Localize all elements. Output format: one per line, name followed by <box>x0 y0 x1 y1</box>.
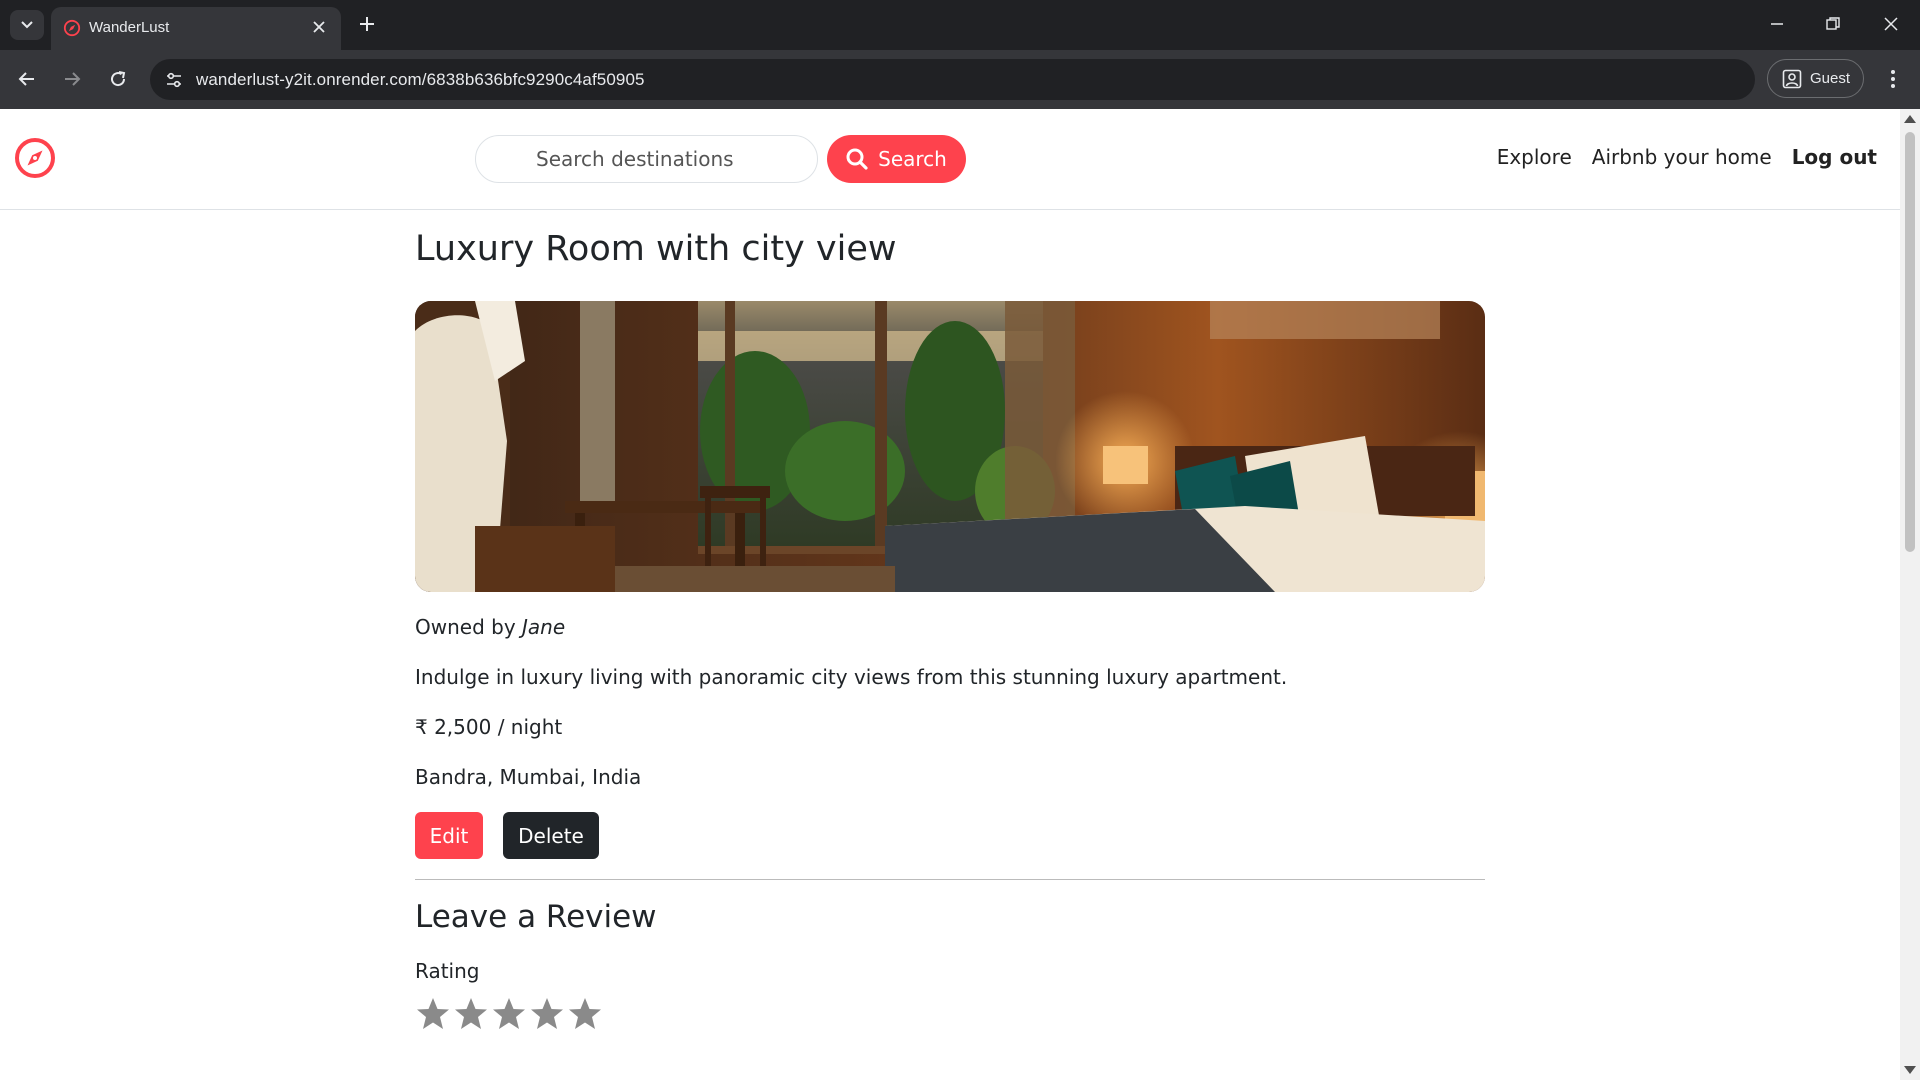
owner-name: Jane <box>522 615 566 639</box>
site-info-button[interactable] <box>162 68 186 92</box>
listing-image <box>415 301 1485 592</box>
arrow-right-icon <box>65 72 81 86</box>
star-icon[interactable] <box>567 996 603 1032</box>
profile-button[interactable]: Guest <box>1767 59 1864 98</box>
nav-links: Explore Airbnb your home Log out <box>1497 145 1877 169</box>
owner-prefix: Owned by <box>415 615 523 639</box>
tab-search-button[interactable] <box>10 10 44 40</box>
window-close-button[interactable] <box>1876 10 1906 38</box>
close-icon <box>313 21 325 33</box>
delete-button[interactable]: Delete <box>503 812 599 859</box>
listing-price: ₹ 2,500 / night <box>415 715 563 739</box>
listing-owner: Owned by Jane <box>415 615 565 639</box>
search-input[interactable] <box>475 135 818 183</box>
person-icon <box>1782 69 1802 88</box>
tab-close-button[interactable] <box>309 17 329 37</box>
reload-icon <box>111 71 126 87</box>
browser-tab-bar: WanderLust <box>0 0 1920 50</box>
minimize-button[interactable] <box>1762 10 1792 38</box>
star-icon[interactable] <box>529 996 565 1032</box>
back-button[interactable] <box>12 64 42 94</box>
listing-location: Bandra, Mumbai, India <box>415 765 642 789</box>
reload-button[interactable] <box>103 64 133 94</box>
rating-label: Rating <box>415 959 480 983</box>
star-icon[interactable] <box>453 996 489 1032</box>
star-icon[interactable] <box>491 996 527 1032</box>
listing-description: Indulge in luxury living with panoramic … <box>415 665 1288 689</box>
minimize-icon <box>1771 23 1783 25</box>
nav-link-airbnb-your-home[interactable]: Airbnb your home <box>1592 145 1772 169</box>
star-rating[interactable] <box>415 996 603 1032</box>
more-vert-icon <box>1891 70 1895 88</box>
review-heading: Leave a Review <box>415 899 657 935</box>
search-button-label: Search <box>878 147 947 171</box>
edit-button[interactable]: Edit <box>415 812 483 859</box>
search-button[interactable]: Search <box>827 135 966 183</box>
url-text: wanderlust-y2it.onrender.com/6838b636bfc… <box>196 70 645 89</box>
new-tab-button[interactable] <box>353 10 381 38</box>
tune-icon <box>167 72 181 88</box>
page-content: Search Explore Airbnb your home Log out … <box>0 109 1900 1080</box>
restore-button[interactable] <box>1818 10 1848 38</box>
tab-title: WanderLust <box>89 19 170 36</box>
plus-icon <box>360 17 374 31</box>
search-icon <box>846 148 868 170</box>
page-scrollbar[interactable] <box>1900 109 1920 1080</box>
star-icon[interactable] <box>415 996 451 1032</box>
profile-label: Guest <box>1810 70 1851 87</box>
forward-button[interactable] <box>57 64 87 94</box>
section-divider <box>415 879 1485 880</box>
chevron-down-icon <box>21 21 33 29</box>
nav-link-explore[interactable]: Explore <box>1497 145 1572 169</box>
browser-toolbar: wanderlust-y2it.onrender.com/6838b636bfc… <box>0 50 1920 109</box>
scroll-up-arrow[interactable] <box>1904 115 1916 123</box>
compass-icon[interactable] <box>13 136 57 180</box>
site-navbar: Search Explore Airbnb your home Log out <box>0 109 1900 210</box>
arrow-left-icon <box>18 72 34 86</box>
listing-title: Luxury Room with city view <box>415 229 897 269</box>
address-bar[interactable]: wanderlust-y2it.onrender.com/6838b636bfc… <box>150 59 1755 100</box>
restore-icon <box>1826 17 1840 30</box>
close-icon <box>1884 17 1898 31</box>
browser-menu-button[interactable] <box>1878 64 1908 94</box>
compass-icon <box>63 19 81 37</box>
scrollbar-thumb[interactable] <box>1905 132 1915 552</box>
scroll-down-arrow[interactable] <box>1904 1066 1916 1074</box>
browser-tab[interactable]: WanderLust <box>51 7 341 50</box>
bedroom-photo <box>415 301 1485 592</box>
nav-link-logout[interactable]: Log out <box>1792 145 1877 169</box>
